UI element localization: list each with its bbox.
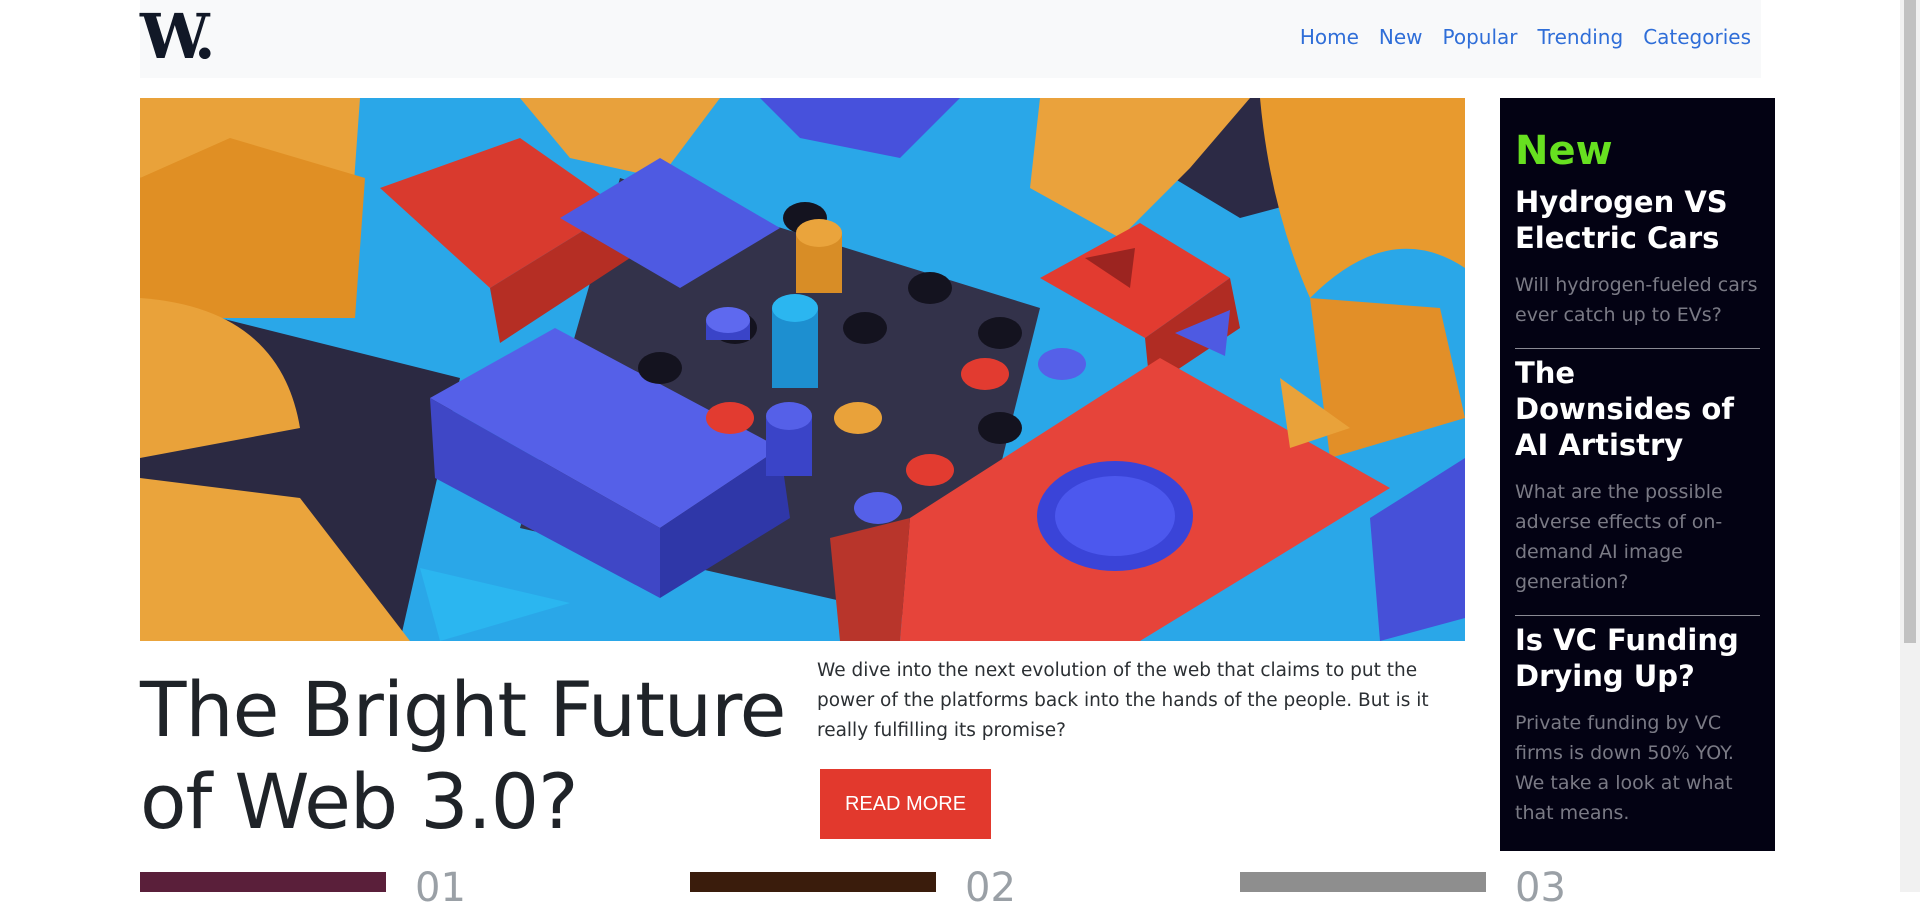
article-thumbnail[interactable] bbox=[140, 872, 386, 892]
sidebar-article-desc: What are the possible adverse effects of… bbox=[1515, 481, 1723, 593]
nav-link-new[interactable]: New bbox=[1379, 25, 1423, 49]
read-more-button[interactable]: READ MORE bbox=[820, 769, 991, 839]
site-logo[interactable]: W. bbox=[140, 4, 216, 70]
article-thumbnail[interactable] bbox=[690, 872, 936, 892]
article-number: 01 bbox=[415, 865, 466, 911]
new-articles-sidebar: New Hydrogen VS Electric Cars Will hydro… bbox=[1500, 98, 1775, 851]
page-scrollbar[interactable] bbox=[1900, 0, 1920, 892]
nav-link-categories[interactable]: Categories bbox=[1643, 25, 1751, 49]
sidebar-heading: New bbox=[1515, 128, 1613, 174]
sidebar-article-desc: Will hydrogen-fueled cars ever catch up … bbox=[1515, 274, 1758, 326]
top-navbar: W. Home New Popular Trending Categories bbox=[140, 0, 1761, 78]
scrollbar-thumb[interactable] bbox=[1904, 0, 1916, 643]
article-thumbnail[interactable] bbox=[1240, 872, 1486, 892]
sidebar-article[interactable]: The Downsides of AI Artistry What are th… bbox=[1515, 355, 1760, 616]
article-number: 03 bbox=[1515, 865, 1566, 911]
nav-link-popular[interactable]: Popular bbox=[1443, 25, 1518, 49]
sidebar-article-title[interactable]: Is VC Funding Drying Up? bbox=[1515, 622, 1760, 694]
sidebar-article[interactable]: Is VC Funding Drying Up? Private funding… bbox=[1515, 622, 1760, 846]
hero-image bbox=[140, 98, 1465, 641]
sidebar-article-desc: Private funding by VC firms is down 50% … bbox=[1515, 712, 1734, 824]
nav-link-home[interactable]: Home bbox=[1300, 25, 1359, 49]
sidebar-article-title[interactable]: The Downsides of AI Artistry bbox=[1515, 355, 1760, 463]
nav-links: Home New Popular Trending Categories bbox=[1280, 0, 1751, 74]
nav-link-trending[interactable]: Trending bbox=[1538, 25, 1624, 49]
hero-title: The Bright Future of Web 3.0? bbox=[140, 665, 786, 846]
hero-illustration bbox=[140, 98, 1465, 641]
bottom-articles-row: 01 02 03 bbox=[140, 868, 1780, 908]
sidebar-article-title[interactable]: Hydrogen VS Electric Cars bbox=[1515, 184, 1760, 256]
hero-description: We dive into the next evolution of the w… bbox=[817, 660, 1429, 741]
sidebar-article[interactable]: Hydrogen VS Electric Cars Will hydrogen-… bbox=[1515, 184, 1760, 349]
article-number: 02 bbox=[965, 865, 1016, 911]
